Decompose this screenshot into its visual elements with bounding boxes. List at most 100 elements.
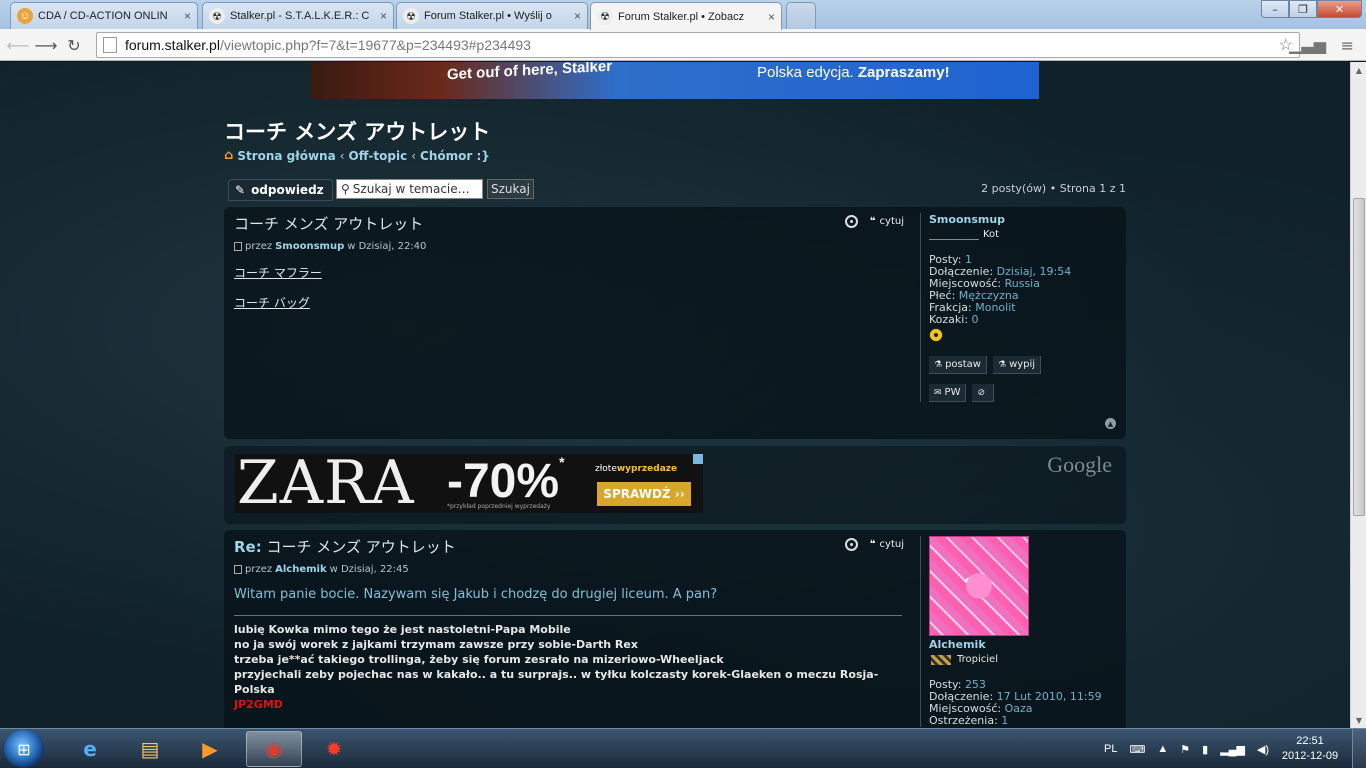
- search-button[interactable]: Szukaj: [487, 179, 534, 199]
- banner-left-text: Get ouf of here, Stalker: [447, 62, 613, 84]
- show-desktop-button[interactable]: [1352, 729, 1366, 768]
- breadcrumb-chomor[interactable]: Chómor :}: [420, 149, 490, 163]
- quote-button[interactable]: ❝ cytuj: [870, 216, 904, 227]
- pm-button[interactable]: ✉ PW: [929, 384, 967, 402]
- page-scrollbar[interactable]: ▲ ▼: [1350, 62, 1366, 728]
- search-icon: ⚲: [341, 182, 350, 196]
- top-banner-ad[interactable]: Get ouf of here, Stalker Polska edycja. …: [311, 62, 1039, 99]
- signature-line: przyjechali zeby pojechac nas w kakało..…: [234, 668, 879, 696]
- forward-arrow-icon[interactable]: ⟶: [34, 34, 58, 56]
- clock-date: 2012-12-09: [1281, 750, 1339, 762]
- spam-link-2[interactable]: コーチ バッグ: [234, 294, 904, 311]
- new-tab-button[interactable]: [786, 2, 816, 29]
- profile-username[interactable]: Alchemik: [929, 638, 1120, 651]
- keyboard-icon[interactable]: ⌨: [1129, 743, 1145, 756]
- post-title[interactable]: コーチ メンズ アウトレット: [234, 213, 904, 234]
- clock-time: 22:51: [1296, 735, 1324, 747]
- browser-tab-stalker[interactable]: ☢ Stalker.pl - S.T.A.L.K.E.R.: C ×: [202, 2, 394, 29]
- post-buttons: ❝ cytuj: [844, 538, 904, 551]
- ie-taskbar-icon[interactable]: e: [62, 731, 118, 767]
- post-2: Re: コーチ メンズ アウトレット przez Alchemik w Dzis…: [224, 530, 1126, 728]
- chrome-taskbar-icon[interactable]: ◉: [246, 731, 302, 767]
- sun-app-taskbar-icon[interactable]: ✹: [306, 731, 362, 767]
- website-button[interactable]: ⊘: [972, 384, 995, 402]
- tray-expand-icon[interactable]: ▲: [1157, 743, 1168, 755]
- home-icon[interactable]: ⌂: [224, 148, 233, 163]
- drink-button[interactable]: ⚗ wypij: [992, 356, 1042, 374]
- scroll-down-icon[interactable]: ▼: [1351, 712, 1366, 728]
- report-icon[interactable]: [844, 215, 858, 228]
- close-tab-icon[interactable]: ×: [574, 9, 581, 23]
- pagination-info: 2 posty(ów) • Strona 1 z 1: [981, 182, 1126, 195]
- avatar[interactable]: [929, 536, 1029, 636]
- media-player-taskbar-icon[interactable]: ▶: [182, 731, 238, 767]
- post-meta: przez Smoonsmup w Dzisiaj, 22:40: [234, 241, 904, 252]
- page-title: コーチ メンズ アウトレット: [224, 120, 491, 144]
- close-tab-icon[interactable]: ×: [184, 9, 191, 23]
- back-arrow-icon[interactable]: ⟵: [6, 34, 30, 56]
- ad-small-print: *przykład poprzedniej wyprzedaży: [447, 503, 551, 510]
- language-indicator[interactable]: PL: [1104, 743, 1117, 755]
- post-1: コーチ メンズ アウトレット przez Smoonsmup w Dzisiaj…: [224, 207, 1126, 439]
- minimize-button[interactable]: –: [1261, 0, 1289, 18]
- scrollbar-thumb[interactable]: [1353, 198, 1365, 516]
- zara-ad-banner[interactable]: ZARA -70%* złotewyprzedaze SPRAWDŹ ›› *p…: [235, 454, 703, 513]
- signature-red-line: JP2GMD: [234, 698, 283, 711]
- quote-icon: ❝: [869, 216, 876, 227]
- windows-taskbar: ⊞ e ▤ ▶ ◉ ✹ PL ⌨ ▲ ⚑ ▮ ▂▄▆ ◀) 22:51 2012…: [0, 728, 1366, 768]
- browser-tab-cda[interactable]: ☺ CDA / CD-ACTION ONLIN ×: [10, 2, 198, 29]
- close-tab-icon[interactable]: ×: [380, 9, 387, 23]
- browser-tab-forum-view[interactable]: ☢ Forum Stalker.pl • Zobacz ×: [590, 2, 782, 30]
- start-button[interactable]: ⊞: [4, 730, 44, 768]
- ad-cta-button[interactable]: SPRAWDŹ ››: [597, 482, 691, 506]
- volume-icon[interactable]: ◀): [1257, 743, 1269, 756]
- quote-icon: ❝: [869, 539, 876, 550]
- reload-icon[interactable]: ↻: [62, 34, 86, 56]
- network-icon[interactable]: ▂▄▆: [1220, 743, 1245, 756]
- ad-brand: ZARA: [237, 454, 415, 513]
- post-content: Witam panie bocie. Nazywam się Jakub i c…: [234, 587, 904, 712]
- signal-bars-icon[interactable]: ▁▃▅: [1289, 35, 1326, 54]
- explorer-taskbar-icon[interactable]: ▤: [122, 731, 178, 767]
- tab-title: CDA / CD-ACTION ONLIN: [38, 10, 168, 22]
- breadcrumb-separator: ‹: [339, 148, 345, 163]
- profile-username[interactable]: Smoonsmup: [929, 213, 1120, 226]
- breadcrumb-home[interactable]: Strona główna: [237, 149, 335, 163]
- pencil-icon: ✎: [235, 183, 246, 197]
- topic-search-input[interactable]: ⚲ Szukaj w temacie…: [336, 179, 483, 199]
- browser-tab-forum-send[interactable]: ☢ Forum Stalker.pl • Wyślij o ×: [396, 2, 588, 29]
- post-title[interactable]: Re: コーチ メンズ アウトレット: [234, 536, 904, 557]
- forum-page: Get ouf of here, Stalker Polska edycja. …: [0, 62, 1350, 728]
- windows-logo-icon: ⊞: [17, 739, 31, 759]
- tab-title: Stalker.pl - S.T.A.L.K.E.R.: C: [230, 10, 370, 22]
- profile-field: Kozaki: 0: [929, 313, 979, 326]
- quote-button[interactable]: ❝ cytuj: [870, 539, 904, 550]
- close-tab-icon[interactable]: ×: [768, 10, 775, 24]
- give-button[interactable]: ⚗ postaw: [929, 356, 987, 374]
- menu-icon[interactable]: ≡: [1341, 36, 1354, 55]
- ad-info-icon[interactable]: [693, 454, 703, 464]
- scroll-up-icon[interactable]: ▲: [1351, 62, 1366, 78]
- spam-link-1[interactable]: コーチ マフラー: [234, 264, 904, 281]
- close-window-button[interactable]: ✕: [1317, 0, 1362, 18]
- action-center-icon[interactable]: ⚑: [1180, 743, 1190, 756]
- profile-rank: Tropiciel: [929, 654, 1120, 665]
- reply-button[interactable]: ✎ odpowiedz: [228, 179, 333, 201]
- back-to-top-icon[interactable]: ▲: [1105, 418, 1116, 429]
- ad-partner: złotewyprzedaze: [595, 464, 678, 474]
- post-author-link[interactable]: Smoonsmup: [275, 241, 344, 252]
- window-controls: – ❐ ✕: [1261, 0, 1362, 18]
- report-icon[interactable]: [844, 538, 858, 551]
- page-icon: [103, 37, 117, 53]
- taskbar-clock[interactable]: 22:51 2012-12-09: [1280, 734, 1340, 764]
- system-tray: PL ⌨ ▲ ⚑ ▮ ▂▄▆ ◀): [1104, 729, 1281, 768]
- power-icon[interactable]: ▮: [1202, 743, 1208, 756]
- topic-action-bar: ✎ odpowiedz ⚲ Szukaj w temacie… Szukaj 2…: [224, 177, 1126, 201]
- breadcrumb-offtopic[interactable]: Off-topic: [349, 149, 408, 163]
- post-doc-icon: [234, 565, 242, 574]
- profile-rank: Kot: [929, 229, 1120, 240]
- address-bar[interactable]: forum.stalker.pl/viewtopic.php?f=7&t=196…: [96, 32, 1300, 58]
- maximize-button[interactable]: ❐: [1289, 0, 1317, 18]
- signature-line: no ja swój worek z jajkami trzymam zawsz…: [234, 638, 638, 651]
- post-author-link[interactable]: Alchemik: [275, 564, 327, 575]
